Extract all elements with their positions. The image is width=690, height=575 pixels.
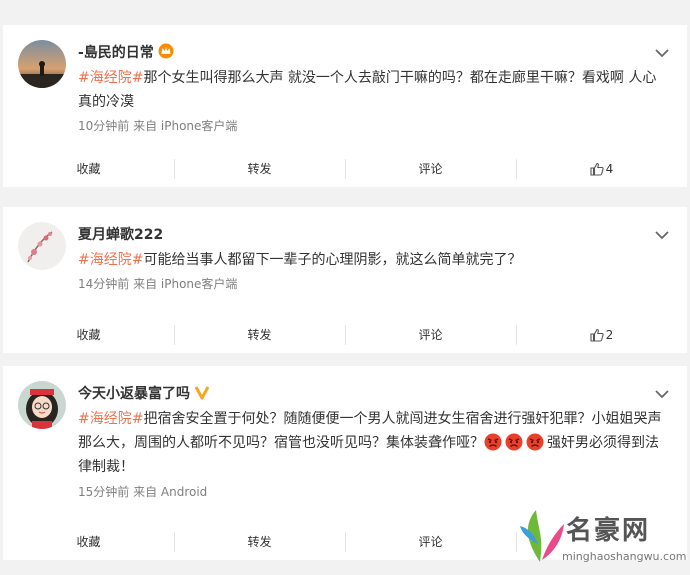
hashtag-link[interactable]: #海经院# [78, 70, 143, 86]
repost-label: 转发 [247, 328, 272, 342]
angry-emoji-icon [505, 433, 523, 451]
username-text[interactable]: 夏月蝉歌222 [78, 227, 163, 243]
username-text[interactable]: 今天小返暴富了吗 [78, 386, 190, 402]
comment-body: 那个女生叫得那么大声 就没一个人去敲门干嘛的吗？都在走廊里干嘛？看戏啊 人心真的… [78, 70, 657, 110]
comment-meta: 14分钟前 来自 iPhone客户端 [78, 277, 238, 291]
comment-text: #海经院#那个女生叫得那么大声 就没一个人去敲门干嘛的吗？都在走廊里干嘛？看戏啊… [78, 66, 668, 114]
like-count: 4 [605, 162, 614, 176]
collect-label: 收藏 [76, 535, 101, 549]
repost-label: 转发 [247, 162, 272, 176]
comment-button[interactable]: 评论 [345, 151, 516, 187]
comment-card: 夏月蝉歌222 #海经院#可能给当事人都留下一辈子的心理阴影，就这么简单就完了？… [3, 207, 687, 353]
comment-label: 评论 [418, 535, 443, 549]
chevron-down-icon[interactable] [655, 43, 669, 62]
username[interactable]: 今天小返暴富了吗 [78, 383, 210, 404]
watermark-url: minghaoshangwu.com [562, 550, 687, 563]
site-watermark: 名豪网 minghaoshangwu.com [516, 500, 690, 575]
comment-meta: 15分钟前 来自 Android [78, 485, 208, 499]
avatar[interactable] [18, 222, 66, 270]
hashtag-link[interactable]: #海经院# [78, 411, 143, 427]
action-bar: 收藏 转发 评论 2 [3, 317, 687, 353]
comment-text: #海经院#可能给当事人都留下一辈子的心理阴影，就这么简单就完了？ [78, 248, 668, 272]
comment-label: 评论 [418, 162, 443, 176]
thumbs-up-icon [590, 154, 604, 190]
chevron-down-icon[interactable] [655, 384, 669, 403]
repost-label: 转发 [247, 535, 272, 549]
comment-label: 评论 [418, 328, 443, 342]
collect-label: 收藏 [76, 328, 101, 342]
thumbs-up-icon [590, 320, 604, 356]
watermark-title: 名豪网 [566, 516, 651, 546]
comment-card: -島民的日常 #海经院#那个女生叫得那么大声 就没一个人去敲门干嘛的吗？都在走廊… [3, 25, 687, 187]
collect-button[interactable]: 收藏 [3, 317, 174, 353]
username[interactable]: 夏月蝉歌222 [78, 224, 163, 244]
username-text[interactable]: -島民的日常 [78, 45, 154, 61]
like-button[interactable]: 2 [516, 317, 687, 353]
crown-badge-icon [158, 43, 174, 63]
comment-body: 可能给当事人都留下一辈子的心理阴影，就这么简单就完了？ [143, 252, 522, 268]
repost-button[interactable]: 转发 [174, 151, 345, 187]
like-count: 2 [605, 328, 614, 342]
comment-meta: 10分钟前 来自 iPhone客户端 [78, 119, 238, 133]
verified-v-icon [194, 384, 210, 404]
avatar[interactable] [18, 40, 66, 88]
chevron-down-icon[interactable] [655, 225, 669, 244]
hashtag-link[interactable]: #海经院# [78, 252, 143, 268]
like-button[interactable]: 4 [516, 151, 687, 187]
angry-emoji-icon [484, 433, 502, 451]
repost-button[interactable]: 转发 [174, 317, 345, 353]
collect-button[interactable]: 收藏 [3, 151, 174, 187]
comment-text: #海经院#把宿舍安全置于何处？随随便便一个男人就闯进女生宿舍进行强奸犯罪？小姐姐… [78, 407, 668, 479]
repost-button[interactable]: 转发 [174, 524, 345, 560]
collect-label: 收藏 [76, 162, 101, 176]
collect-button[interactable]: 收藏 [3, 524, 174, 560]
comment-button[interactable]: 评论 [345, 524, 516, 560]
watermark-logo-icon [520, 510, 564, 562]
comment-feed: -島民的日常 #海经院#那个女生叫得那么大声 就没一个人去敲门干嘛的吗？都在走廊… [0, 0, 690, 575]
avatar[interactable] [18, 381, 66, 429]
comment-button[interactable]: 评论 [345, 317, 516, 353]
username[interactable]: -島民的日常 [78, 42, 174, 63]
action-bar: 收藏 转发 评论 4 [3, 151, 687, 187]
angry-emoji-icon [526, 433, 544, 451]
